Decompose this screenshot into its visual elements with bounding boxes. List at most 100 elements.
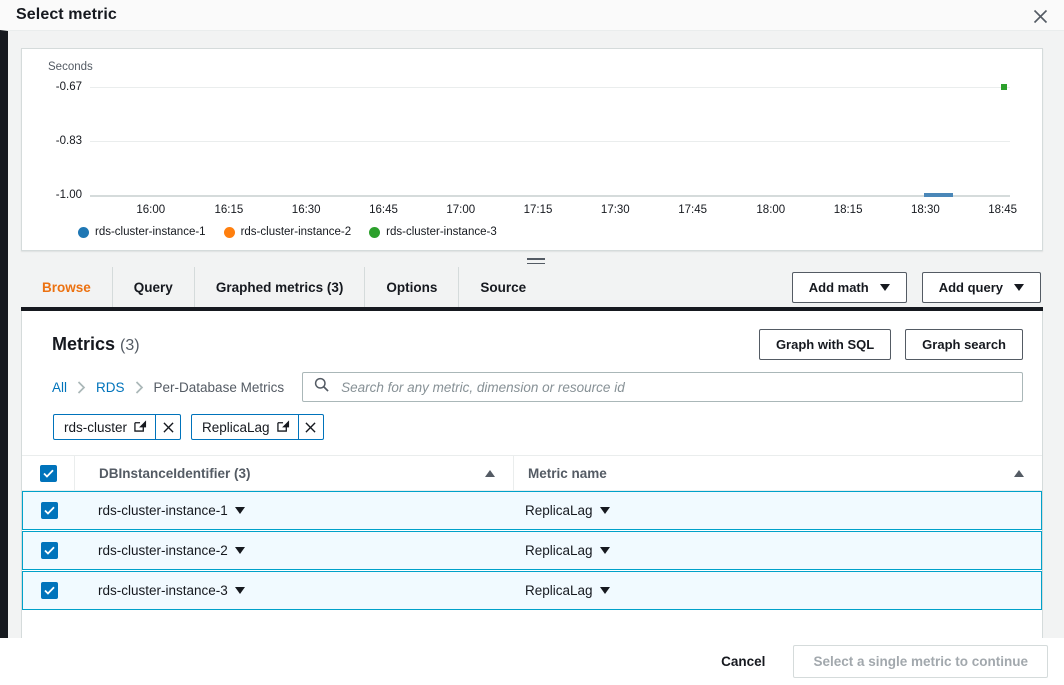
tab-options[interactable]: Options	[365, 267, 459, 307]
row-checkbox[interactable]	[41, 542, 58, 559]
chart-legend: rds-cluster-instance-1 rds-cluster-insta…	[78, 226, 497, 238]
legend-item-instance-3[interactable]: rds-cluster-instance-3	[369, 226, 497, 238]
tab-label: Browse	[42, 280, 91, 295]
row-select-cell	[23, 582, 75, 599]
cancel-button[interactable]: Cancel	[715, 653, 771, 670]
cell-value: rds-cluster-instance-3	[98, 583, 228, 598]
legend-item-instance-2[interactable]: rds-cluster-instance-2	[224, 226, 352, 238]
cell-dbinstanceidentifier: rds-cluster-instance-1	[75, 503, 512, 518]
table-row[interactable]: rds-cluster-instance-2 ReplicaLag	[22, 531, 1042, 570]
chevron-down-icon	[1014, 284, 1024, 291]
filter-chip-replicalag[interactable]: ReplicaLag	[191, 414, 324, 440]
chart-xtick: 16:45	[369, 204, 398, 216]
metrics-header: Metrics(3) Graph with SQL Graph search	[22, 311, 1042, 360]
chart-xtick: 16:30	[292, 204, 321, 216]
table-header-row: DBInstanceIdentifier (3) Metric name	[22, 455, 1042, 491]
legend-label: rds-cluster-instance-1	[95, 226, 206, 238]
sort-ascending-icon	[1014, 470, 1024, 477]
modal-header: Select metric	[0, 0, 1064, 30]
chevron-down-icon[interactable]	[600, 547, 610, 554]
graph-search-button[interactable]: Graph search	[905, 329, 1023, 360]
tab-bar-actions: Add math Add query	[792, 267, 1043, 307]
search-icon	[314, 377, 329, 397]
chevron-down-icon[interactable]	[600, 507, 610, 514]
add-query-label: Add query	[939, 280, 1003, 295]
edit-icon[interactable]	[134, 419, 147, 435]
confirm-button: Select a single metric to continue	[793, 645, 1048, 678]
filter-chip-rds-cluster[interactable]: rds-cluster	[53, 414, 181, 440]
row-checkbox[interactable]	[41, 502, 58, 519]
select-all-cell	[22, 465, 74, 482]
chart-xtick: 16:15	[215, 204, 244, 216]
select-all-checkbox[interactable]	[40, 465, 57, 482]
chart-xtick: 17:00	[446, 204, 475, 216]
chart-xtick: 18:00	[756, 204, 785, 216]
metrics-table: DBInstanceIdentifier (3) Metric name	[22, 455, 1042, 610]
filter-chips: rds-cluster	[22, 402, 1042, 440]
metrics-header-actions: Graph with SQL Graph search	[759, 329, 1023, 360]
metrics-heading: Metrics(3)	[52, 334, 140, 355]
chart-xtick: 17:45	[678, 204, 707, 216]
breadcrumb-item-rds[interactable]: RDS	[96, 380, 125, 395]
table-row[interactable]: rds-cluster-instance-3 ReplicaLag	[22, 571, 1042, 610]
chip-remove-icon[interactable]	[298, 415, 323, 439]
table-row[interactable]: rds-cluster-instance-1 ReplicaLag	[22, 491, 1042, 530]
chevron-down-icon	[880, 284, 890, 291]
modal-footer: Cancel Select a single metric to continu…	[0, 638, 1064, 685]
chart-xtick: 18:30	[911, 204, 940, 216]
tab-source[interactable]: Source	[459, 267, 547, 307]
chart-y-unit-label: Seconds	[48, 61, 93, 73]
tab-query[interactable]: Query	[113, 267, 195, 307]
chevron-down-icon[interactable]	[235, 507, 245, 514]
cell-metric-name: ReplicaLag	[512, 543, 1041, 558]
chip-remove-icon[interactable]	[155, 415, 180, 439]
chevron-right-icon	[77, 381, 86, 394]
row-select-cell	[23, 502, 75, 519]
metrics-count: (3)	[120, 337, 140, 354]
legend-item-instance-1[interactable]: rds-cluster-instance-1	[78, 226, 206, 238]
row-checkbox[interactable]	[41, 582, 58, 599]
metric-search-box[interactable]	[302, 372, 1023, 402]
column-header-metric-name[interactable]: Metric name	[514, 466, 1042, 481]
column-header-dbinstanceidentifier[interactable]: DBInstanceIdentifier (3)	[75, 466, 513, 481]
chart-gridline	[90, 141, 1010, 142]
row-select-cell	[23, 542, 75, 559]
chart-xtick: 18:45	[988, 204, 1017, 216]
column-header-label: DBInstanceIdentifier (3)	[99, 466, 251, 481]
tab-list: Browse Query Graphed metrics (3) Options…	[21, 267, 547, 307]
page-title: Select metric	[16, 6, 117, 24]
chip-label: rds-cluster	[64, 420, 127, 435]
chart-xtick: 17:15	[524, 204, 553, 216]
chart-series-1-mark	[924, 193, 953, 197]
chevron-down-icon[interactable]	[600, 587, 610, 594]
chip-label-wrap[interactable]: rds-cluster	[54, 415, 155, 439]
tab-graphed-metrics[interactable]: Graphed metrics (3)	[195, 267, 366, 307]
tab-label: Source	[480, 280, 526, 295]
edit-icon[interactable]	[277, 419, 290, 435]
cell-metric-name: ReplicaLag	[512, 503, 1041, 518]
chevron-down-icon[interactable]	[235, 587, 245, 594]
legend-label: rds-cluster-instance-2	[241, 226, 352, 238]
tab-label: Graphed metrics (3)	[216, 280, 344, 295]
search-input[interactable]	[339, 379, 1011, 396]
sort-ascending-icon	[485, 470, 495, 477]
add-math-button[interactable]: Add math	[792, 272, 907, 303]
add-query-button[interactable]: Add query	[922, 272, 1041, 303]
chip-label-wrap[interactable]: ReplicaLag	[192, 415, 298, 439]
chart-xtick: 16:00	[136, 204, 165, 216]
graph-with-sql-button[interactable]: Graph with SQL	[759, 329, 891, 360]
close-icon[interactable]	[1028, 4, 1052, 28]
breadcrumb-item-all[interactable]: All	[52, 380, 67, 395]
modal-body: Seconds -0.67 -0.83 -1.00 16:00 16:15 16…	[0, 30, 1064, 685]
chart-x-axis	[90, 195, 1010, 197]
chevron-down-icon[interactable]	[235, 547, 245, 554]
legend-label: rds-cluster-instance-3	[386, 226, 497, 238]
tab-browse[interactable]: Browse	[21, 267, 113, 307]
tab-label: Options	[386, 280, 437, 295]
cell-value: ReplicaLag	[525, 543, 593, 558]
breadcrumb: All RDS Per-Database Metrics	[22, 360, 1042, 402]
chart-series-3-mark	[1001, 84, 1007, 90]
panel-resize-handle[interactable]	[524, 255, 548, 267]
browse-panel: Metrics(3) Graph with SQL Graph search A…	[21, 311, 1043, 685]
chart-xtick: 17:30	[601, 204, 630, 216]
